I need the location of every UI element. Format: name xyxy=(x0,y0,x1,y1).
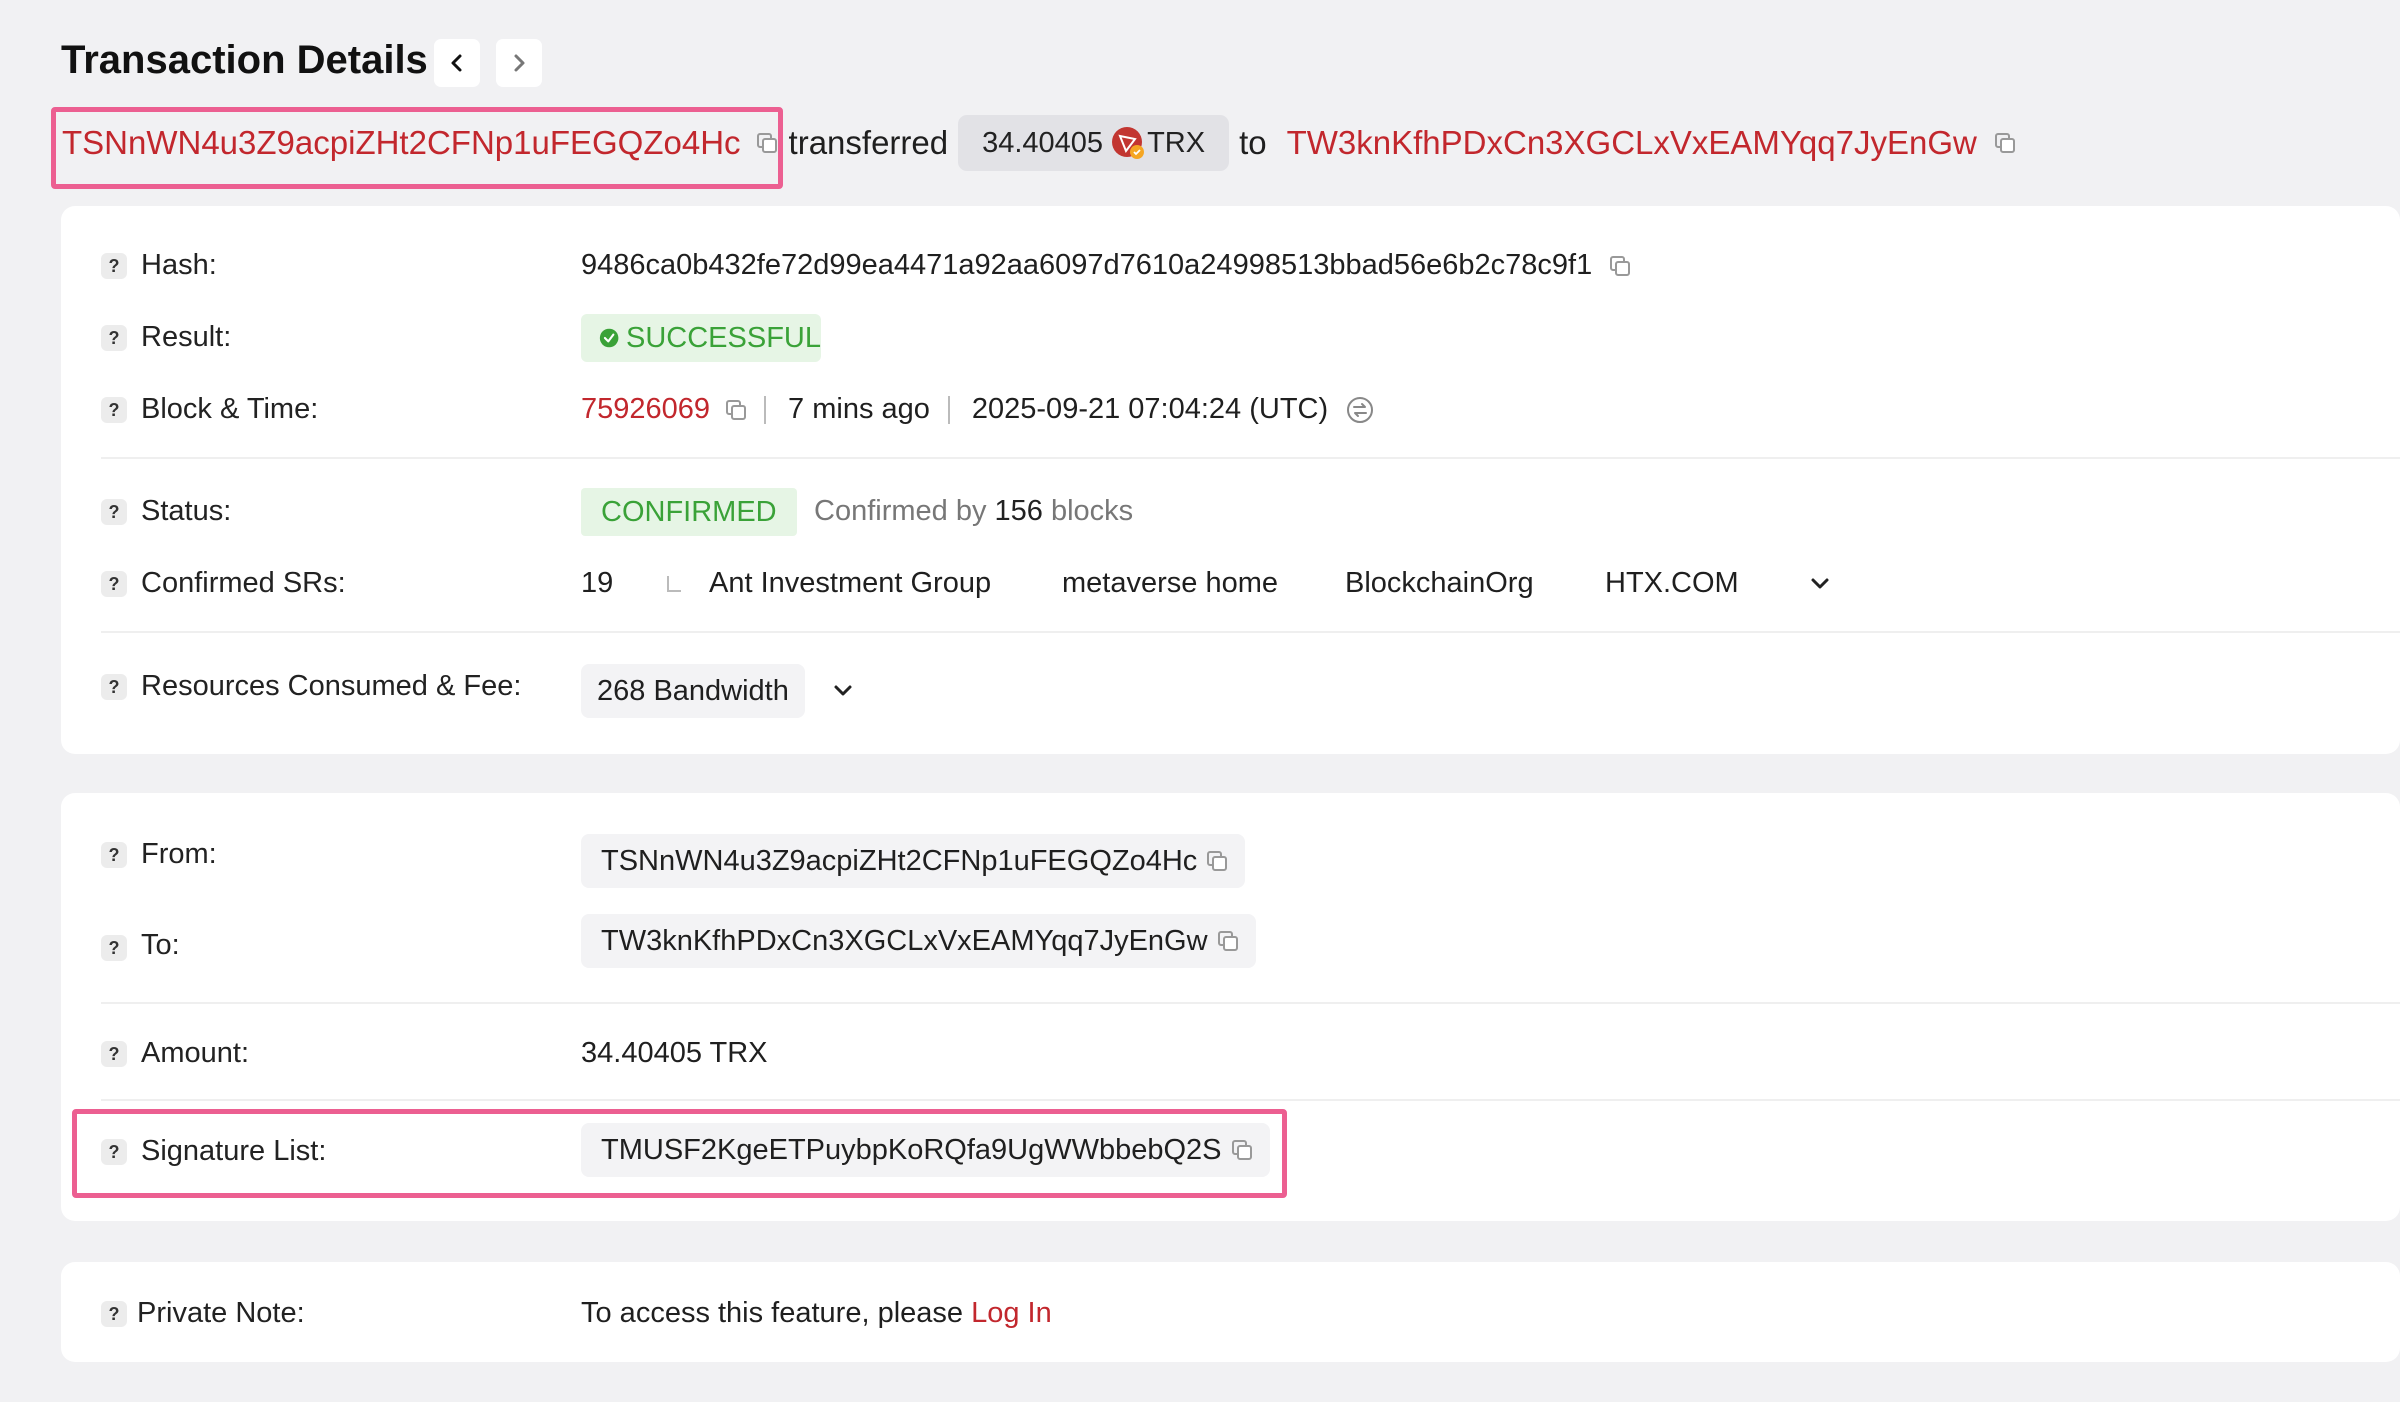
hash-label: Hash: xyxy=(141,249,217,281)
block-timestamp: 2025-09-21 07:04:24 (UTC) xyxy=(971,393,1329,425)
amount-value: 34.40405 TRX xyxy=(581,1037,768,1069)
check-circle-icon xyxy=(599,328,619,348)
chevron-left-icon xyxy=(451,54,462,72)
block-time-label: Block & Time: xyxy=(141,393,319,425)
trx-token-icon xyxy=(1112,127,1145,159)
signature-pill[interactable]: TMUSF2KgeETPuybpKoRQfa9UgWWbbebQ2S xyxy=(581,1123,1270,1177)
signature-value[interactable]: TMUSF2KgeETPuybpKoRQfa9UgWWbbebQ2S xyxy=(601,1134,1222,1167)
srs-count: 19 xyxy=(581,567,614,599)
confirmed-by-prefix: Confirmed by xyxy=(814,495,987,527)
help-icon[interactable]: ? xyxy=(101,397,127,423)
resources-value: 268 Bandwidth xyxy=(597,674,789,707)
section-divider xyxy=(101,1099,2400,1101)
details-card: ? Hash: 9486ca0b432fe72d99ea4471a92aa609… xyxy=(61,206,2400,754)
summary-to-address-link[interactable]: TW3knKfhPDxCn3XGCLxVxEAMYqq7JyEnGw xyxy=(1287,124,1977,162)
help-icon[interactable]: ? xyxy=(101,325,127,351)
transfer-card: ? From: TSNnWN4u3Z9acpiZHt2CFNp1uFEGQZo4… xyxy=(61,793,2400,1221)
private-note-message: To access this feature, please xyxy=(581,1297,964,1329)
help-icon[interactable]: ? xyxy=(101,1041,127,1067)
resources-pill: 268 Bandwidth xyxy=(581,664,805,718)
confirmed-by-count: 156 xyxy=(994,495,1043,527)
confirmed-by-text: Confirmed by 156 blocks xyxy=(814,495,1133,528)
sr-item[interactable]: HTX.COM xyxy=(1605,567,1739,600)
from-label: From: xyxy=(141,838,217,870)
help-icon[interactable]: ? xyxy=(101,1301,127,1327)
summary-from-address-link[interactable]: TSNnWN4u3Z9acpiZHt2CFNp1uFEGQZo4Hc xyxy=(62,124,741,162)
copy-icon[interactable] xyxy=(724,398,748,422)
help-icon[interactable]: ? xyxy=(101,935,127,961)
copy-icon[interactable] xyxy=(1608,254,1632,278)
block-age: 7 mins ago xyxy=(788,393,930,425)
status-badge: CONFIRMED xyxy=(581,488,797,536)
copy-icon[interactable] xyxy=(1993,131,2017,155)
help-icon[interactable]: ? xyxy=(101,674,127,700)
copy-icon[interactable] xyxy=(1205,849,1229,873)
amount-label: Amount: xyxy=(141,1037,249,1069)
to-label: To: xyxy=(141,929,180,961)
help-icon[interactable]: ? xyxy=(101,571,127,597)
next-transaction-button[interactable] xyxy=(496,39,542,87)
status-value: CONFIRMED xyxy=(601,495,777,528)
hash-value: 9486ca0b432fe72d99ea4471a92aa6097d7610a2… xyxy=(581,249,1593,281)
sr-item[interactable]: Ant Investment Group xyxy=(709,567,991,600)
divider xyxy=(947,395,950,424)
timezone-toggle-icon[interactable] xyxy=(1346,396,1374,424)
hash-row: 9486ca0b432fe72d99ea4471a92aa6097d7610a2… xyxy=(581,249,1632,282)
amount-token: TRX xyxy=(1147,126,1206,159)
block-number-link[interactable]: 75926069 xyxy=(581,393,710,426)
transfer-summary: TSNnWN4u3Z9acpiZHt2CFNp1uFEGQZo4Hc trans… xyxy=(62,112,2017,174)
section-divider xyxy=(101,457,2400,459)
signature-label: Signature List: xyxy=(141,1135,327,1167)
prev-transaction-button[interactable] xyxy=(434,39,480,87)
resources-label: Resources Consumed & Fee: xyxy=(141,670,522,702)
amount-pill: 34.40405 TRX xyxy=(958,115,1230,171)
page-title: Transaction Details xyxy=(61,38,428,82)
confirmed-by-suffix: blocks xyxy=(1050,495,1134,527)
sr-item[interactable]: BlockchainOrg xyxy=(1345,567,1534,600)
login-link[interactable]: Log In xyxy=(971,1297,1052,1329)
divider xyxy=(764,395,767,424)
to-address-value[interactable]: TW3knKfhPDxCn3XGCLxVxEAMYqq7JyEnGw xyxy=(601,925,1208,958)
amount-value: 34.40405 xyxy=(982,126,1104,159)
transferred-word: transferred xyxy=(788,124,949,161)
confirmed-srs-label: Confirmed SRs: xyxy=(141,567,346,599)
copy-icon[interactable] xyxy=(1230,1138,1254,1162)
private-note-card: ? Private Note: To access this feature, … xyxy=(61,1262,2400,1362)
to-word: to xyxy=(1239,124,1267,161)
to-address-pill[interactable]: TW3knKfhPDxCn3XGCLxVxEAMYqq7JyEnGw xyxy=(581,914,1256,968)
tree-connector xyxy=(667,576,681,592)
block-time-row: 75926069 7 mins ago 2025-09-21 07:04:24 … xyxy=(581,393,1374,426)
section-divider xyxy=(101,1002,2400,1004)
chevron-down-icon[interactable] xyxy=(829,677,857,705)
chevron-right-icon xyxy=(514,54,525,72)
from-address-pill[interactable]: TSNnWN4u3Z9acpiZHt2CFNp1uFEGQZo4Hc xyxy=(581,834,1246,888)
copy-icon[interactable] xyxy=(755,131,779,155)
result-label: Result: xyxy=(141,321,232,353)
from-address-value[interactable]: TSNnWN4u3Z9acpiZHt2CFNp1uFEGQZo4Hc xyxy=(601,845,1197,878)
help-icon[interactable]: ? xyxy=(101,842,127,868)
result-badge: SUCCESSFUL xyxy=(581,314,821,362)
help-icon[interactable]: ? xyxy=(101,253,127,279)
status-label: Status: xyxy=(141,495,232,527)
result-value: SUCCESSFUL xyxy=(626,321,821,354)
sr-item[interactable]: metaverse home xyxy=(1062,567,1278,600)
section-divider xyxy=(101,631,2400,633)
help-icon[interactable]: ? xyxy=(101,1139,127,1165)
help-icon[interactable]: ? xyxy=(101,499,127,525)
private-note-label: Private Note: xyxy=(137,1297,305,1329)
copy-icon[interactable] xyxy=(1216,929,1240,953)
private-note-text: To access this feature, please Log In xyxy=(581,1297,1052,1330)
chevron-down-icon[interactable] xyxy=(1806,570,1834,598)
